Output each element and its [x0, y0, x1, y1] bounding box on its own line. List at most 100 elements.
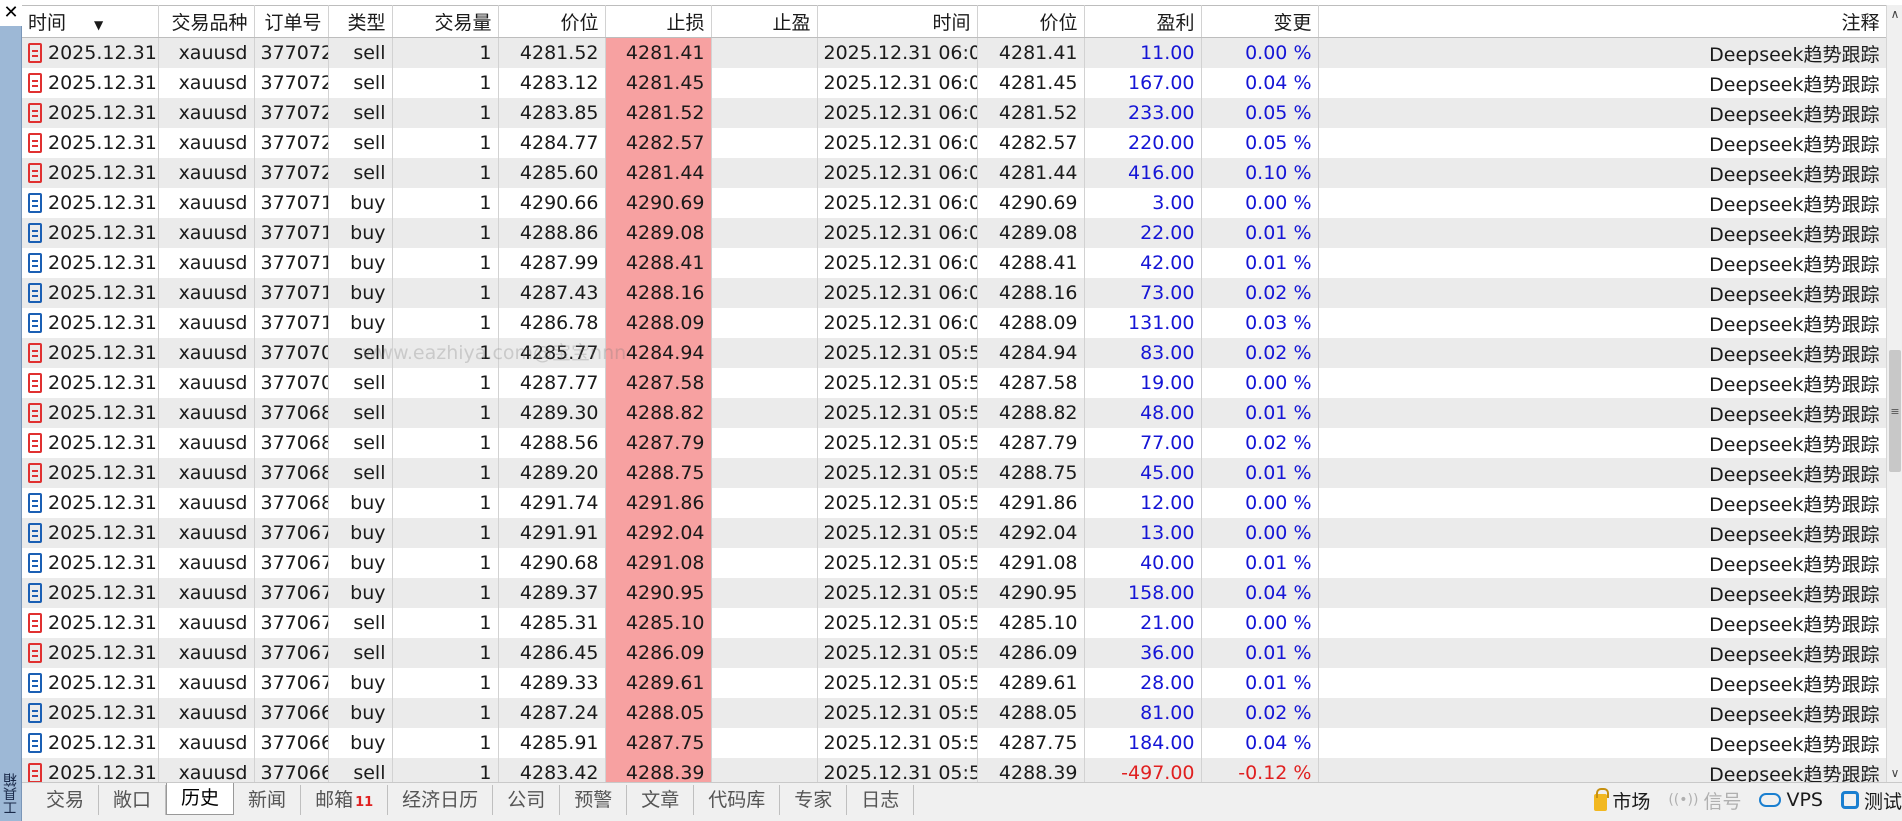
- cell-change: 0.02 %: [1201, 428, 1319, 458]
- cell-take-profit: [711, 278, 818, 308]
- buy-deal-icon: [28, 313, 42, 333]
- table-row[interactable]: 2025.12.31 0...xauusd377068...sell14289.…: [22, 458, 1886, 488]
- cell-symbol: xauusd: [158, 608, 255, 638]
- table-row[interactable]: 2025.12.31 0...xauusd377067...buy14291.9…: [22, 518, 1886, 548]
- cell-type: sell: [328, 458, 393, 488]
- col-header-stop-loss[interactable]: 止损: [605, 5, 712, 38]
- table-row[interactable]: 2025.12.31 0...xauusd377071...buy14290.6…: [22, 188, 1886, 218]
- cell-comment: Deepseek趋势跟踪: [1318, 548, 1886, 578]
- table-row[interactable]: 2025.12.31 0...xauusd377070...sell14287.…: [22, 368, 1886, 398]
- toolbox-title[interactable]: 工具箱: [0, 755, 22, 815]
- col-header-type[interactable]: 类型: [328, 5, 393, 38]
- cell-close-time: 2025.12.31 06:00:30: [817, 188, 978, 218]
- cell-take-profit: [711, 578, 818, 608]
- cell-order: 377066...: [254, 728, 329, 758]
- col-header-close-price[interactable]: 价位: [977, 5, 1085, 38]
- tab-4[interactable]: 邮箱 11: [301, 785, 389, 815]
- tab-8[interactable]: 文章: [627, 785, 695, 815]
- tester-status[interactable]: 测试: [1840, 787, 1902, 814]
- table-row[interactable]: 2025.12.31 0...xauusd377071...buy14288.8…: [22, 218, 1886, 248]
- cell-stop-loss: 4281.44: [605, 158, 712, 188]
- scroll-down-icon[interactable]: ∨: [1887, 764, 1902, 782]
- table-row[interactable]: 2025.12.31 0...xauusd377072...sell14281.…: [22, 37, 1886, 68]
- table-row[interactable]: 2025.12.31 0...xauusd377070...sell14285.…: [22, 338, 1886, 368]
- cell-comment: Deepseek趋势跟踪: [1318, 758, 1886, 782]
- table-row[interactable]: 2025.12.31 0...xauusd377066...buy14285.9…: [22, 728, 1886, 758]
- table-row[interactable]: 2025.12.31 0...xauusd377068...sell14288.…: [22, 428, 1886, 458]
- table-row[interactable]: 2025.12.31 0...xauusd377067...buy14289.3…: [22, 668, 1886, 698]
- sell-deal-icon: [28, 403, 42, 423]
- cell-volume: 1: [392, 398, 499, 428]
- tab-5[interactable]: 经济日历: [388, 785, 494, 815]
- tab-7[interactable]: 预警: [560, 785, 628, 815]
- cell-change: 0.04 %: [1201, 578, 1319, 608]
- sell-deal-icon: [28, 343, 42, 363]
- table-row[interactable]: 2025.12.31 0...xauusd377072...sell14285.…: [22, 158, 1886, 188]
- col-header-symbol[interactable]: 交易品种: [158, 5, 255, 38]
- cell-change: 0.01 %: [1201, 548, 1319, 578]
- tab-3[interactable]: 新闻: [234, 785, 302, 815]
- open-time-text: 2025.12.31 0...: [48, 672, 157, 694]
- table-row[interactable]: 2025.12.31 0...xauusd377066...sell14283.…: [22, 758, 1886, 782]
- tab-11[interactable]: 日志: [847, 785, 915, 815]
- tab-2[interactable]: 历史: [166, 783, 235, 815]
- col-header-order[interactable]: 订单号: [254, 5, 329, 38]
- close-icon[interactable]: ✕: [0, 0, 22, 26]
- table-row[interactable]: 2025.12.31 0...xauusd377072...sell14283.…: [22, 98, 1886, 128]
- cell-open-time: 2025.12.31 0...: [22, 68, 159, 98]
- cell-profit: 73.00: [1084, 278, 1202, 308]
- table-row[interactable]: 2025.12.31 0...xauusd377068...sell14289.…: [22, 398, 1886, 428]
- cell-stop-loss: 4281.45: [605, 68, 712, 98]
- col-header-profit[interactable]: 盈利: [1084, 5, 1202, 38]
- tab-10[interactable]: 专家: [780, 785, 848, 815]
- table-row[interactable]: 2025.12.31 0...xauusd377072...sell14284.…: [22, 128, 1886, 158]
- table-row[interactable]: 2025.12.31 0...xauusd377071...buy14287.9…: [22, 248, 1886, 278]
- col-header-close-time[interactable]: 时间: [817, 5, 978, 38]
- vertical-scrollbar[interactable]: ∧ ≡ ∨: [1886, 5, 1902, 782]
- cell-profit: 13.00: [1084, 518, 1202, 548]
- vps-status[interactable]: VPS: [1759, 789, 1823, 811]
- table-row[interactable]: 2025.12.31 0...xauusd377071...buy14286.7…: [22, 308, 1886, 338]
- table-row[interactable]: 2025.12.31 0...xauusd377067...buy14290.6…: [22, 548, 1886, 578]
- col-header-take-profit[interactable]: 止盈: [711, 5, 818, 38]
- cell-symbol: xauusd: [158, 308, 255, 338]
- signal-status[interactable]: ((•)) 信号: [1668, 787, 1741, 814]
- col-header-comment[interactable]: 注释: [1318, 5, 1886, 38]
- col-header-volume[interactable]: 交易量: [392, 5, 499, 38]
- open-time-text: 2025.12.31 0...: [48, 162, 157, 184]
- market-status[interactable]: 市场: [1594, 787, 1650, 814]
- cell-order: 377068...: [254, 428, 329, 458]
- cell-close-price: 4287.79: [977, 428, 1085, 458]
- cell-symbol: xauusd: [158, 37, 255, 68]
- cell-volume: 1: [392, 218, 499, 248]
- cell-symbol: xauusd: [158, 338, 255, 368]
- cell-take-profit: [711, 368, 818, 398]
- tab-6[interactable]: 公司: [493, 785, 561, 815]
- cell-open-price: 4287.24: [498, 698, 606, 728]
- tester-icon: [1840, 791, 1859, 809]
- table-row[interactable]: 2025.12.31 0...xauusd377072...sell14283.…: [22, 68, 1886, 98]
- tab-9[interactable]: 代码库: [694, 785, 781, 815]
- col-header-change[interactable]: 变更: [1201, 5, 1319, 38]
- cell-open-price: 4290.68: [498, 548, 606, 578]
- cell-type: sell: [328, 128, 393, 158]
- col-header-open-price[interactable]: 价位: [498, 5, 606, 38]
- table-row[interactable]: 2025.12.31 0...xauusd377067...sell14286.…: [22, 638, 1886, 668]
- cell-take-profit: [711, 518, 818, 548]
- tab-0[interactable]: 交易: [32, 785, 100, 815]
- cell-open-time: 2025.12.31 0...: [22, 578, 159, 608]
- sell-deal-icon: [28, 133, 42, 153]
- tab-1[interactable]: 敞口: [99, 785, 167, 815]
- table-row[interactable]: 2025.12.31 0...xauusd377067...buy14289.3…: [22, 578, 1886, 608]
- tab-label: 预警: [574, 789, 613, 811]
- cell-profit: 45.00: [1084, 458, 1202, 488]
- scroll-up-icon[interactable]: ∧: [1887, 5, 1902, 23]
- cell-open-price: 4289.37: [498, 578, 606, 608]
- table-row[interactable]: 2025.12.31 0...xauusd377066...buy14287.2…: [22, 698, 1886, 728]
- table-row[interactable]: 2025.12.31 0...xauusd377068...buy14291.7…: [22, 488, 1886, 518]
- cell-close-price: 4291.86: [977, 488, 1085, 518]
- table-row[interactable]: 2025.12.31 0...xauusd377071...buy14287.4…: [22, 278, 1886, 308]
- table-row[interactable]: 2025.12.31 0...xauusd377067...sell14285.…: [22, 608, 1886, 638]
- buy-deal-icon: [28, 223, 42, 243]
- col-header-open-time[interactable]: 时间 ▼: [22, 5, 159, 38]
